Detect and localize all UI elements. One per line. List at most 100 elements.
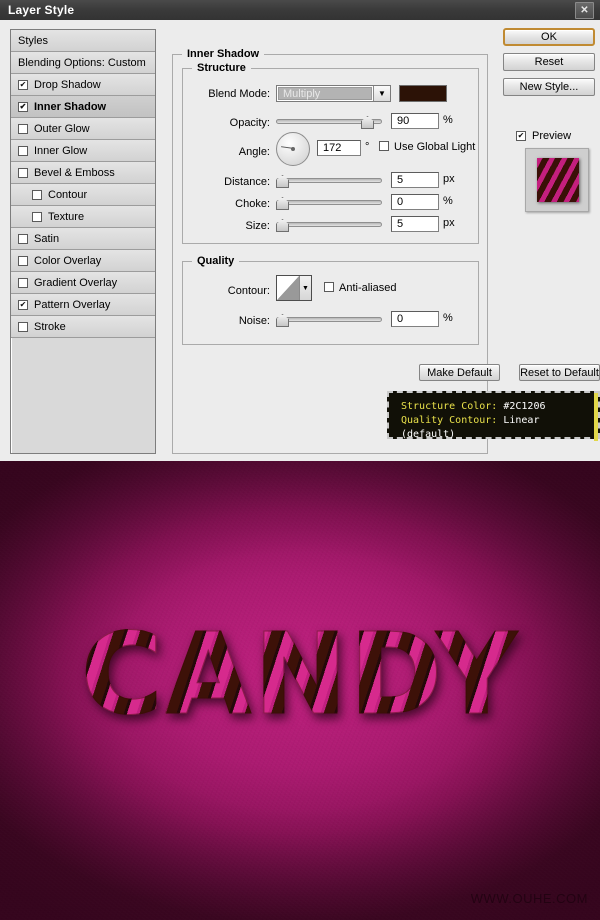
structure-group: Structure Blend Mode: Multiply ▼ Opacity… <box>182 62 479 244</box>
distance-input[interactable]: 5 <box>391 172 439 188</box>
artwork-canvas: CANDY WWW.OUHE.COM <box>0 461 600 920</box>
sidebar-item-styles[interactable]: Styles <box>11 30 155 52</box>
reset-button[interactable]: Reset <box>503 53 595 71</box>
distance-unit: px <box>443 173 455 185</box>
structure-group-title: Structure <box>192 62 251 74</box>
sidebar-item-blending-options[interactable]: Blending Options: Custom <box>11 52 155 74</box>
opacity-slider[interactable] <box>276 114 382 129</box>
contour-picker[interactable]: ▼ <box>276 275 312 301</box>
checkbox-inner-glow[interactable] <box>18 145 28 156</box>
sidebar-item-label: Contour <box>48 188 88 201</box>
tooltip-line-2: Quality Contour: Linear (default) <box>401 414 598 442</box>
choke-slider-thumb[interactable] <box>276 197 289 210</box>
checkbox-texture[interactable] <box>32 211 42 222</box>
blend-mode-label: Blend Mode: <box>208 88 270 100</box>
checkbox-color-overlay[interactable] <box>18 255 28 266</box>
tooltip-val-structure-color: #2C1206 <box>497 401 546 412</box>
close-icon[interactable]: ✕ <box>575 2 594 19</box>
use-global-light-label: Use Global Light <box>394 141 476 153</box>
noise-input[interactable]: 0 <box>391 311 439 327</box>
opacity-input[interactable]: 90 <box>391 113 439 129</box>
angle-input[interactable]: 172 <box>317 140 361 156</box>
checkbox-contour[interactable] <box>32 189 42 200</box>
chevron-down-icon[interactable]: ▼ <box>299 276 311 300</box>
sidebar-item-bevel-emboss[interactable]: Bevel & Emboss <box>11 162 155 184</box>
sidebar-item-label: Texture <box>48 210 85 223</box>
size-input[interactable]: 5 <box>391 216 439 232</box>
distance-slider-track <box>276 178 382 183</box>
checkbox-preview[interactable] <box>516 131 526 141</box>
distance-label: Distance: <box>224 176 270 188</box>
noise-label: Noise: <box>238 315 270 327</box>
new-style-button[interactable]: New Style... <box>503 78 595 96</box>
reset-to-default-button[interactable]: Reset to Default <box>519 364 600 381</box>
noise-slider[interactable] <box>276 312 382 327</box>
quality-group-title: Quality <box>192 255 240 267</box>
sidebar-item-satin[interactable]: Satin <box>11 228 155 250</box>
sidebar-item-contour[interactable]: Contour <box>11 184 155 206</box>
choke-slider[interactable] <box>276 195 382 210</box>
noise-unit: % <box>443 312 453 324</box>
preview-section: Preview <box>516 130 589 212</box>
checkbox-bevel-emboss[interactable] <box>18 167 28 178</box>
checkbox-gradient-overlay[interactable] <box>18 277 28 288</box>
angle-dial[interactable] <box>276 132 310 166</box>
sidebar-item-label: Pattern Overlay <box>34 298 111 311</box>
ok-button[interactable]: OK <box>503 28 595 46</box>
noise-slider-track <box>276 317 382 322</box>
blend-mode-select[interactable]: Multiply ▼ <box>276 85 391 102</box>
candy-text: CANDY <box>0 619 600 732</box>
watermark: WWW.OUHE.COM <box>470 891 588 906</box>
choke-input[interactable]: 0 <box>391 194 439 210</box>
checkbox-stroke[interactable] <box>18 321 28 332</box>
opacity-slider-thumb[interactable] <box>361 116 374 129</box>
sidebar-item-texture[interactable]: Texture <box>11 206 155 228</box>
make-default-button[interactable]: Make Default <box>419 364 500 381</box>
size-slider-thumb[interactable] <box>276 219 289 232</box>
distance-slider-thumb[interactable] <box>276 175 289 188</box>
sidebar-item-label: Inner Shadow <box>34 100 107 113</box>
checkbox-drop-shadow[interactable] <box>18 79 28 90</box>
sidebar-item-drop-shadow[interactable]: Drop Shadow <box>11 74 155 96</box>
preview-swatch <box>537 158 579 202</box>
contour-curve-icon <box>277 276 299 300</box>
layer-style-dialog: Layer Style ✕ Styles Blending Options: C… <box>0 0 600 461</box>
screen: Layer Style ✕ Styles Blending Options: C… <box>0 0 600 920</box>
checkbox-use-global-light[interactable] <box>379 141 389 151</box>
styles-list: Styles Blending Options: Custom Drop Sha… <box>10 29 156 454</box>
size-unit: px <box>443 217 455 229</box>
choke-slider-track <box>276 200 382 205</box>
blend-mode-value: Multiply <box>278 87 372 100</box>
angle-unit: ° <box>365 141 370 153</box>
checkbox-outer-glow[interactable] <box>18 123 28 134</box>
preview-thumbnail <box>525 148 589 212</box>
distance-slider[interactable] <box>276 173 382 188</box>
checkbox-satin[interactable] <box>18 233 28 244</box>
sidebar-item-color-overlay[interactable]: Color Overlay <box>11 250 155 272</box>
checkbox-inner-shadow[interactable] <box>18 101 28 112</box>
chevron-down-icon[interactable]: ▼ <box>373 86 390 101</box>
shadow-color-swatch[interactable] <box>399 85 447 102</box>
sidebar-item-outer-glow[interactable]: Outer Glow <box>11 118 155 140</box>
tooltip-accent-bar <box>594 393 598 441</box>
size-slider-track <box>276 222 382 227</box>
sidebar-item-pattern-overlay[interactable]: Pattern Overlay <box>11 294 155 316</box>
noise-slider-thumb[interactable] <box>276 314 289 327</box>
sidebar-item-gradient-overlay[interactable]: Gradient Overlay <box>11 272 155 294</box>
blending-options-label: Blending Options: Custom <box>18 56 146 69</box>
choke-label: Choke: <box>235 198 270 210</box>
dialog-action-buttons: OK Reset New Style... <box>503 28 595 103</box>
size-label: Size: <box>245 220 270 232</box>
checkbox-pattern-overlay[interactable] <box>18 299 28 310</box>
angle-dial-hub <box>291 147 295 151</box>
default-buttons: Make Default Reset to Default <box>419 364 600 381</box>
annotation-tooltip: Structure Color: #2C1206 Quality Contour… <box>387 391 600 442</box>
sidebar-item-inner-shadow[interactable]: Inner Shadow <box>11 96 155 118</box>
sidebar-item-stroke[interactable]: Stroke <box>11 316 155 338</box>
opacity-unit: % <box>443 114 453 126</box>
preview-toggle[interactable]: Preview <box>516 130 586 142</box>
size-slider[interactable] <box>276 217 382 232</box>
anti-aliased-label: Anti-aliased <box>339 282 397 294</box>
sidebar-item-inner-glow[interactable]: Inner Glow <box>11 140 155 162</box>
checkbox-anti-aliased[interactable] <box>324 282 334 292</box>
